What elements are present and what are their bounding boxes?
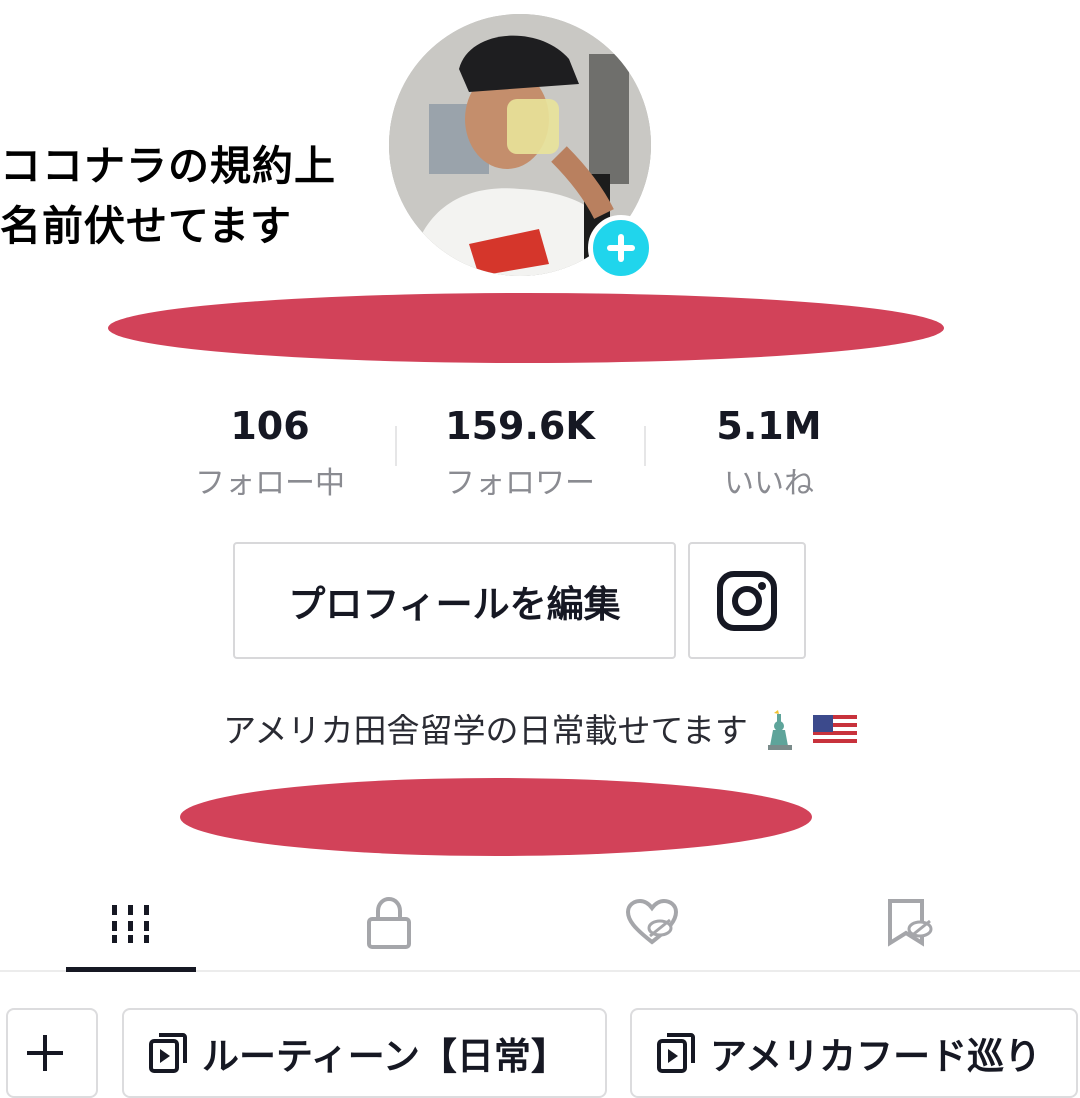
instagram-button[interactable]: [688, 542, 806, 659]
following-label: フォロー中: [195, 466, 345, 501]
profile-bio: アメリカ田舎留学の日常載せてます: [0, 704, 1080, 752]
playlist-chip[interactable]: ルーティーン【日常】: [122, 1008, 607, 1098]
redacted-link: [180, 778, 812, 856]
followers-count: 159.6K: [445, 404, 595, 448]
likes-count: 5.1M: [716, 404, 822, 448]
following-count: 106: [230, 404, 310, 448]
stat-likes[interactable]: 5.1M いいね: [669, 400, 869, 502]
plus-icon: [27, 1035, 63, 1071]
followers-label: フォロワー: [445, 466, 595, 501]
liked-hidden-icon: [625, 898, 679, 945]
likes-label: いいね: [724, 466, 814, 501]
stat-followers[interactable]: 159.6K フォロワー: [420, 400, 620, 502]
tab-liked[interactable]: [592, 888, 712, 958]
caption-line-2: 名前伏せてます: [0, 202, 292, 250]
tab-private[interactable]: [329, 888, 449, 958]
tab-videos[interactable]: [71, 888, 191, 958]
stat-following[interactable]: 106 フォロー中: [170, 400, 370, 502]
plus-icon: [607, 234, 635, 262]
redacted-username: [108, 293, 944, 363]
instagram-icon: [717, 570, 777, 631]
statue-of-liberty-icon: [768, 710, 793, 750]
caption-line-1: ココナラの規約上: [0, 142, 336, 190]
edit-profile-button[interactable]: プロフィールを編集: [233, 542, 676, 659]
playlist-icon: [149, 1033, 187, 1073]
us-flag-icon: [812, 715, 857, 747]
stat-divider: [644, 426, 646, 466]
lock-icon: [367, 896, 411, 949]
favorites-hidden-icon: [888, 899, 933, 947]
playlist-label: アメリカフード巡り: [710, 1035, 1042, 1078]
playlist-chip[interactable]: アメリカフード巡り: [630, 1008, 1078, 1098]
overlay-caption: ココナラの規約上 名前伏せてます: [0, 136, 400, 256]
bio-text: アメリカ田舎留学の日常載せてます: [223, 711, 748, 750]
playlist-icon: [657, 1033, 695, 1073]
active-tab-indicator: [66, 967, 196, 972]
stat-divider: [395, 426, 397, 466]
playlist-label: ルーティーン【日常】: [202, 1035, 568, 1078]
tab-favorites[interactable]: [850, 888, 970, 958]
grid-icon: [112, 905, 149, 943]
add-avatar-button[interactable]: [588, 215, 654, 281]
add-playlist-button[interactable]: [6, 1008, 98, 1098]
